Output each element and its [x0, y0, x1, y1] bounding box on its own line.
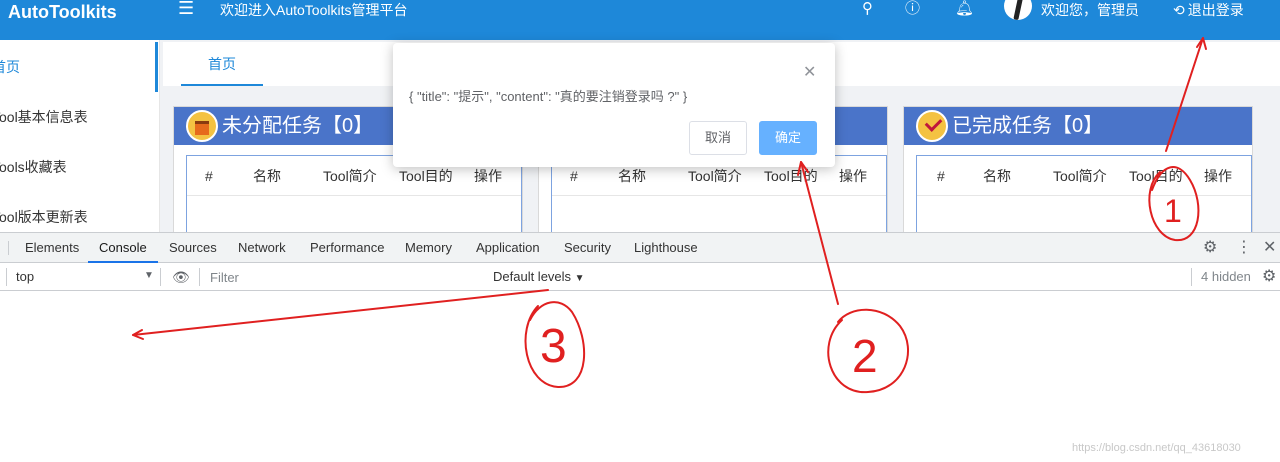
divider	[8, 241, 9, 255]
divider	[6, 268, 7, 286]
sidebar-item-label: Tool版本更新表	[0, 209, 88, 225]
tab-memory[interactable]: Memory	[405, 233, 452, 263]
task-table: # 名称 Tool简介 Tool目的 操作	[916, 155, 1252, 232]
col-index: #	[937, 168, 945, 184]
table-header: # 名称 Tool简介 Tool目的 操作	[917, 156, 1251, 196]
divider	[160, 268, 161, 286]
close-devtools-icon[interactable]: ✕	[1263, 239, 1276, 257]
col-actions: 操作	[839, 168, 867, 184]
sidebar-item-home[interactable]: 首页	[0, 42, 158, 92]
panel-title: 已完成任务【0】	[952, 115, 1104, 137]
tab-network[interactable]: Network	[238, 233, 286, 263]
hidden-count: 4 hidden	[1201, 269, 1251, 284]
app-window: AutoToolkits ☰ 欢迎进入AutoToolkits管理平台 ⚲ ⓘ …	[0, 0, 1280, 232]
tab-security[interactable]: Security	[564, 233, 611, 263]
filter-input[interactable]	[206, 266, 482, 288]
panel-header: 已完成任务【0】	[904, 107, 1252, 145]
devtools-panel: Elements Console Sources Network Perform…	[0, 232, 1280, 462]
sidebar-item-label: 首页	[0, 59, 20, 75]
logout-label: 退出登录	[1187, 2, 1244, 18]
col-index: #	[205, 168, 213, 184]
tab-sources[interactable]: Sources	[169, 233, 217, 263]
col-name: 名称	[253, 168, 281, 184]
divider	[1191, 268, 1192, 286]
watermark: https://blog.csdn.net/qq_43618030	[1072, 442, 1241, 454]
tab-application[interactable]: Application	[476, 233, 540, 263]
checkmark-icon	[916, 110, 948, 142]
sidebar-item-tool-info[interactable]: Tool基本信息表	[0, 92, 158, 142]
welcome-title: 欢迎进入AutoToolkits管理平台	[220, 2, 408, 18]
console-settings-icon[interactable]: ⚙	[1262, 268, 1276, 286]
cancel-button[interactable]: 取消	[689, 121, 747, 155]
sidebar-item-label: Tools收藏表	[0, 159, 67, 175]
dropdown-arrow-icon[interactable]: ▼	[144, 270, 154, 281]
avatar[interactable]	[1004, 0, 1032, 20]
sidebar-item-tool-versions[interactable]: Tool版本更新表	[0, 192, 158, 232]
context-selector[interactable]: top	[16, 269, 34, 285]
sidebar-item-tools-favorites[interactable]: Tools收藏表	[0, 142, 158, 192]
menu-toggle-icon[interactable]: ☰	[178, 0, 200, 18]
col-name: 名称	[983, 168, 1011, 184]
eye-icon[interactable]: 👁︎	[172, 269, 190, 286]
tab-console[interactable]: Console	[88, 233, 158, 263]
col-actions: 操作	[1204, 168, 1232, 184]
panel-title: 未分配任务【0】	[222, 115, 374, 137]
logout-button[interactable]: ⟲ 退出登录	[1173, 1, 1244, 19]
more-options-icon[interactable]: ⋮	[1236, 239, 1252, 257]
bell-icon[interactable]: 🔔︎	[955, 0, 974, 18]
dialog-message: { "title": "提示", "content": "真的要注销登录吗 ?"…	[409, 89, 688, 104]
log-levels-label: Default levels	[493, 269, 572, 284]
help-icon[interactable]: ⓘ	[905, 0, 920, 18]
gear-icon[interactable]: ⚙	[1203, 239, 1217, 257]
search-icon[interactable]: ⚲	[862, 0, 873, 18]
completed-tasks-panel: 已完成任务【0】 # 名称 Tool简介 Tool目的 操作	[903, 106, 1253, 232]
logout-confirm-dialog: ✕ { "title": "提示", "content": "真的要注销登录吗 …	[393, 43, 835, 167]
top-header: AutoToolkits ☰ 欢迎进入AutoToolkits管理平台 ⚲ ⓘ …	[0, 0, 1280, 40]
col-purpose: Tool目的	[1129, 168, 1183, 184]
confirm-button[interactable]: 确定	[759, 121, 817, 155]
devtools-tab-bar: Elements Console Sources Network Perform…	[0, 233, 1280, 263]
app-logo: AutoToolkits	[8, 2, 117, 22]
sidebar: 首页 Tool基本信息表 Tools收藏表 Tool版本更新表	[0, 40, 160, 232]
log-levels-dropdown[interactable]: Default levels ▼	[493, 269, 585, 287]
welcome-user: 欢迎您，管理员	[1041, 2, 1139, 18]
logout-icon: ⟲	[1173, 2, 1185, 18]
console-toolbar: top ▼ 👁︎ Default levels ▼ 4 hidden ⚙	[0, 263, 1280, 291]
dropdown-arrow-icon: ▼	[574, 273, 585, 284]
tab-performance[interactable]: Performance	[310, 233, 384, 263]
tab-home[interactable]: 首页	[181, 42, 263, 86]
col-intro: Tool简介	[1053, 168, 1107, 184]
tab-lighthouse[interactable]: Lighthouse	[634, 233, 698, 263]
close-icon[interactable]: ✕	[803, 65, 816, 81]
inbox-icon	[186, 110, 218, 142]
sidebar-item-label: Tool基本信息表	[0, 109, 88, 125]
tab-elements[interactable]: Elements	[25, 233, 79, 263]
col-intro: Tool简介	[323, 168, 377, 184]
divider	[199, 268, 200, 286]
